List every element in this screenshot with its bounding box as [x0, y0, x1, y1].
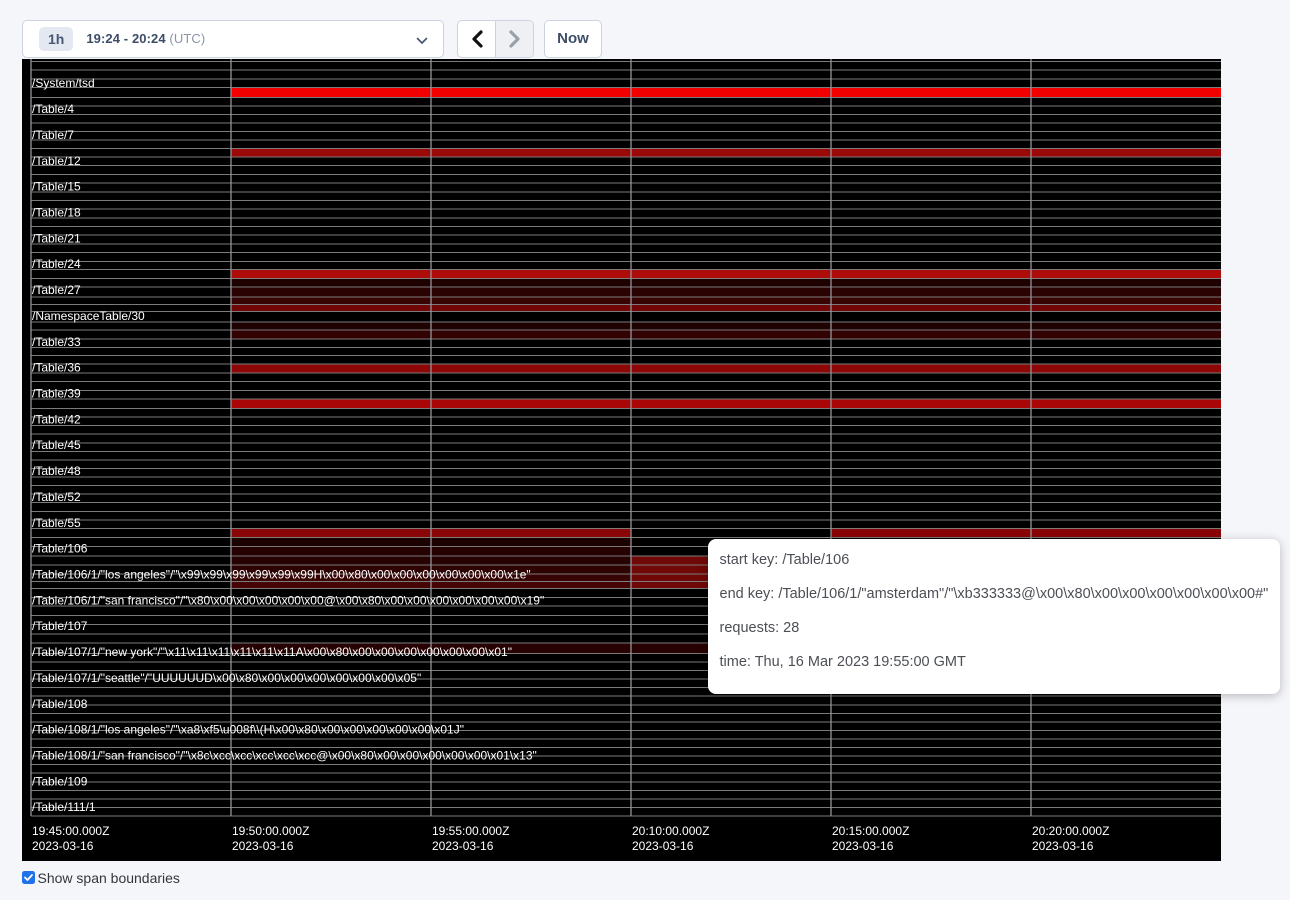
svg-text:19:50:00.000Z: 19:50:00.000Z	[232, 824, 309, 838]
svg-text:/Table/39: /Table/39	[32, 387, 81, 401]
svg-text:/Table/106/1/"los angeles"/"\x: /Table/106/1/"los angeles"/"\x99\x99\x99…	[32, 568, 531, 582]
svg-text:2023-03-16: 2023-03-16	[832, 839, 894, 853]
svg-text:2023-03-16: 2023-03-16	[32, 839, 94, 853]
svg-text:/Table/33: /Table/33	[32, 335, 81, 349]
svg-text:/Table/15: /Table/15	[32, 180, 81, 194]
svg-text:/Table/107: /Table/107	[32, 619, 88, 633]
svg-text:/Table/7: /Table/7	[32, 128, 74, 142]
svg-text:/Table/48: /Table/48	[32, 464, 81, 478]
svg-text:/Table/109: /Table/109	[32, 774, 88, 788]
svg-text:19:45:00.000Z: 19:45:00.000Z	[32, 824, 109, 838]
svg-text:2023-03-16: 2023-03-16	[232, 839, 294, 853]
svg-text:/Table/108/1/"san francisco"/": /Table/108/1/"san francisco"/"\x8c\xcc\x…	[32, 749, 537, 763]
svg-text:20:20:00.000Z: 20:20:00.000Z	[1032, 824, 1109, 838]
svg-text:/NamespaceTable/30: /NamespaceTable/30	[32, 309, 145, 323]
svg-text:/Table/27: /Table/27	[32, 283, 81, 297]
svg-text:19:55:00.000Z: 19:55:00.000Z	[432, 824, 509, 838]
svg-text:/Table/107/1/"new york"/"\x11\: /Table/107/1/"new york"/"\x11\x11\x11\x1…	[32, 645, 512, 659]
svg-text:/Table/21: /Table/21	[32, 231, 81, 245]
svg-text:/Table/107/1/"seattle"/"UUUUUU: /Table/107/1/"seattle"/"UUUUUUD\x00\x80\…	[32, 671, 421, 685]
svg-text:/System/tsd: /System/tsd	[32, 76, 95, 90]
svg-text:/Table/24: /Table/24	[32, 257, 81, 271]
svg-text:2023-03-16: 2023-03-16	[432, 839, 494, 853]
svg-text:/Table/55: /Table/55	[32, 516, 81, 530]
svg-text:20:10:00.000Z: 20:10:00.000Z	[632, 824, 709, 838]
svg-text:20:15:00.000Z: 20:15:00.000Z	[832, 824, 909, 838]
svg-text:/Table/111/1: /Table/111/1	[32, 800, 96, 814]
svg-text:/Table/12: /Table/12	[32, 154, 81, 168]
svg-text:/Table/108/1/"los angeles"/"\x: /Table/108/1/"los angeles"/"\xa8\xf5\u00…	[32, 723, 464, 737]
svg-text:/Table/52: /Table/52	[32, 490, 81, 504]
svg-text:2023-03-16: 2023-03-16	[632, 839, 694, 853]
svg-text:/Table/4: /Table/4	[32, 102, 74, 116]
svg-text:/Table/45: /Table/45	[32, 438, 81, 452]
svg-text:/Table/106/1/"san francisco"/": /Table/106/1/"san francisco"/"\x80\x00\x…	[32, 593, 544, 607]
svg-text:/Table/42: /Table/42	[32, 412, 81, 426]
svg-text:/Table/106: /Table/106	[32, 542, 88, 556]
svg-text:/Table/36: /Table/36	[32, 361, 81, 375]
svg-text:/Table/108: /Table/108	[32, 697, 88, 711]
svg-text:/Table/18: /Table/18	[32, 206, 81, 220]
svg-text:2023-03-16: 2023-03-16	[1032, 839, 1094, 853]
